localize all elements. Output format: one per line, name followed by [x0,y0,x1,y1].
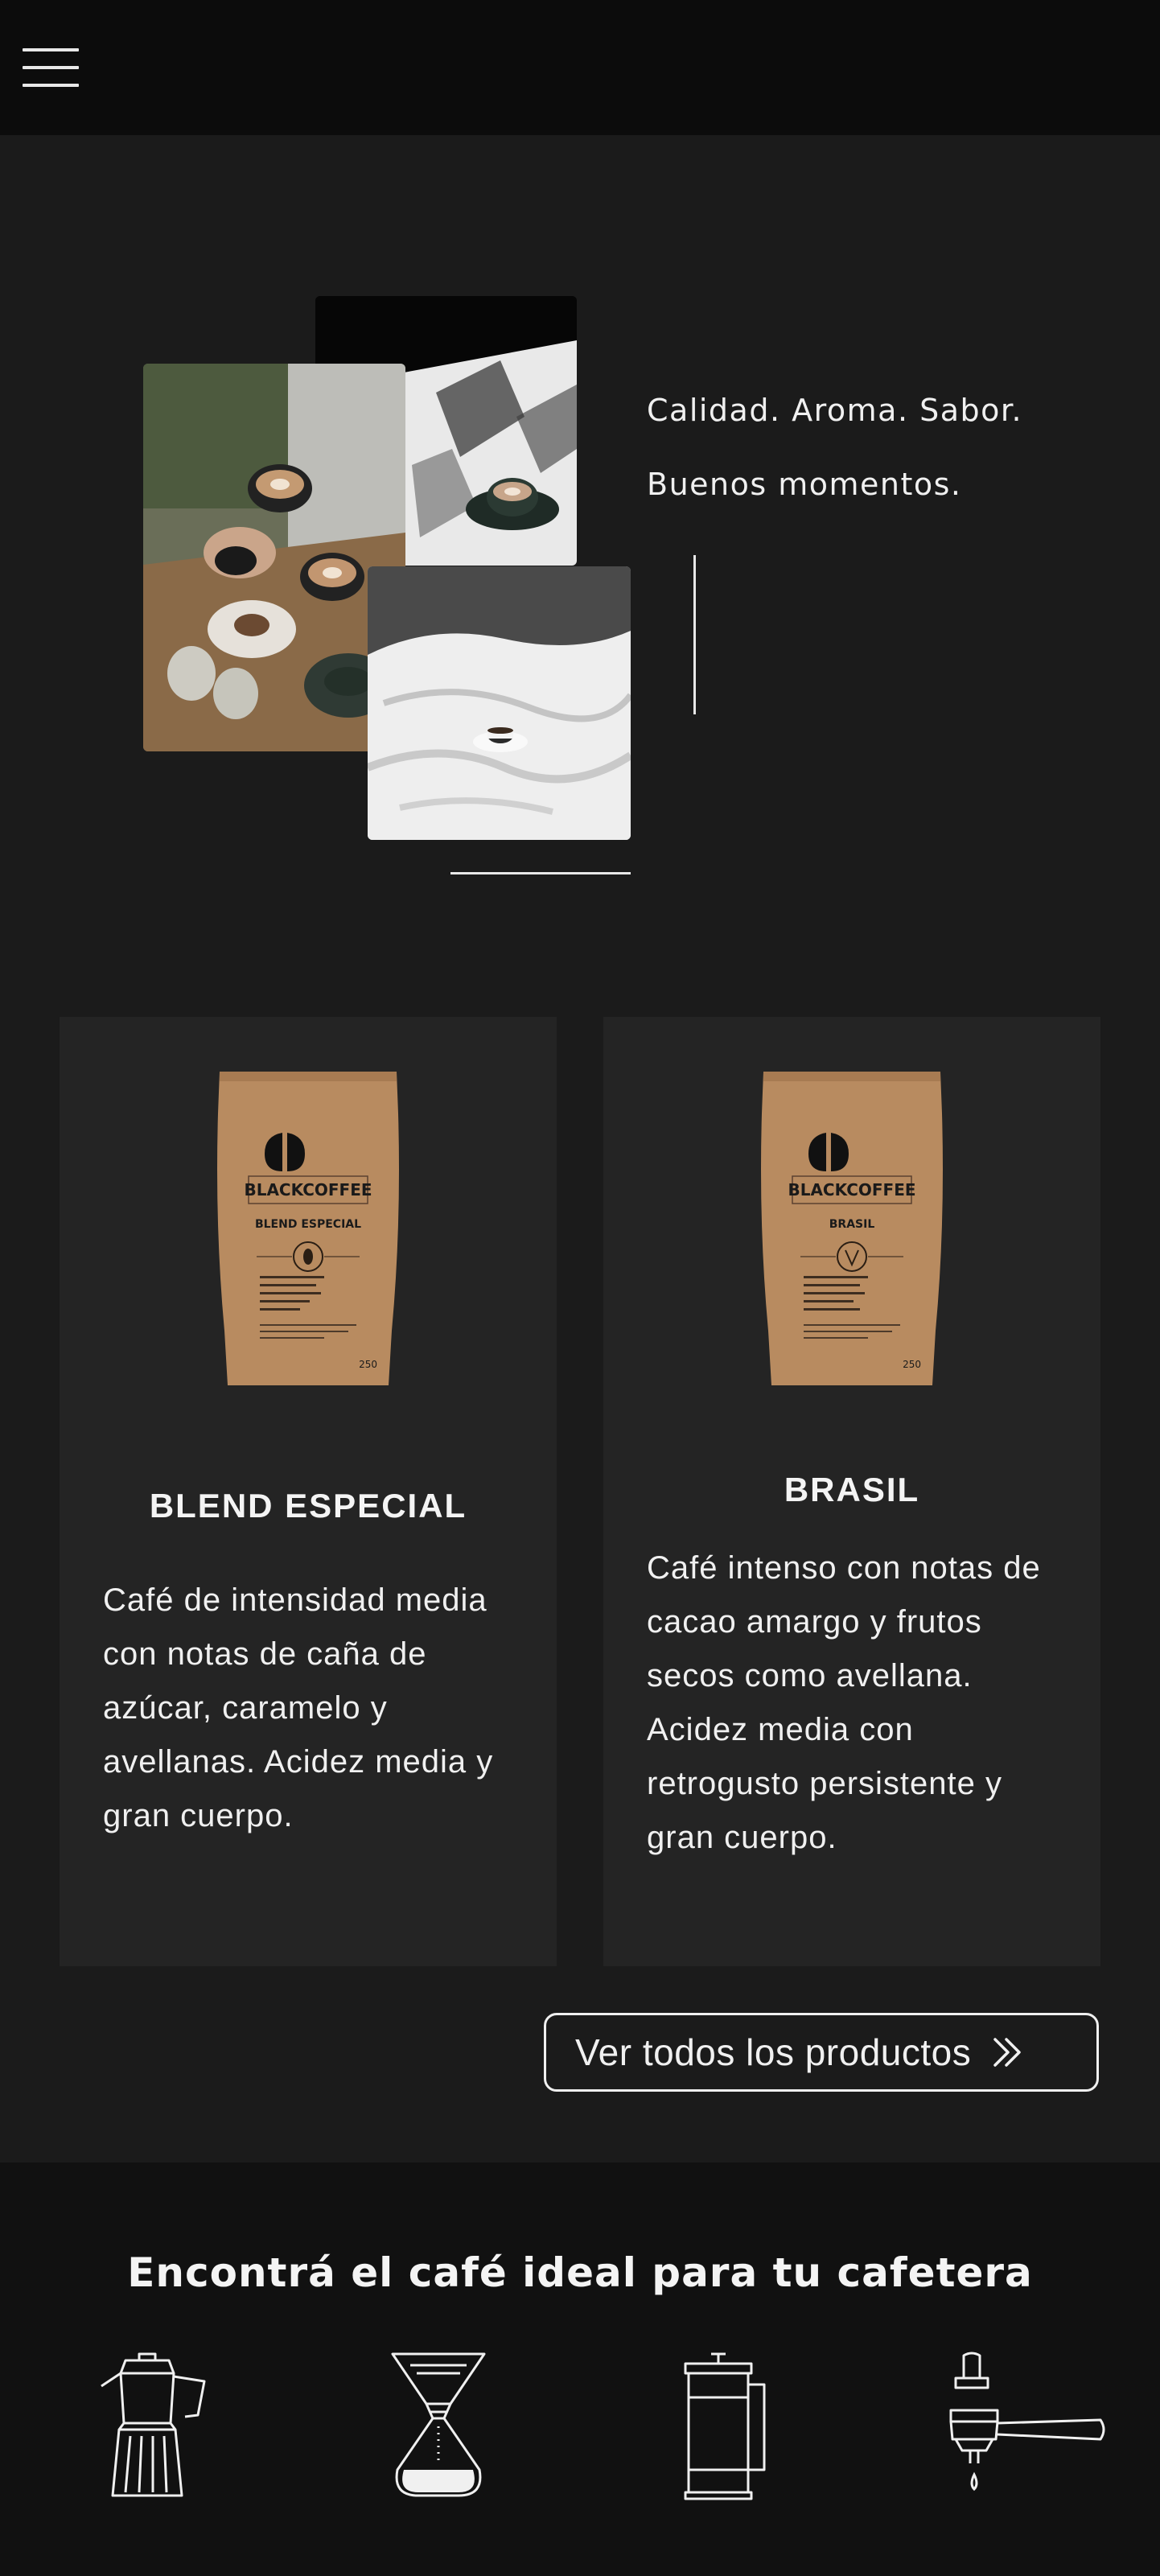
hero-image-coffee-in-bed [368,566,631,840]
moka-pot-icon[interactable] [95,2349,216,2500]
brewer-section-title: Encontrá el café ideal para tu cafetera [127,2249,1033,2296]
bag-label: BLEND ESPECIAL [255,1218,361,1231]
coffee-bag-image: BLACKCOFFEE BLEND ESPECIAL 250 [217,1072,399,1385]
chemex-icon[interactable] [386,2349,491,2500]
double-chevron-right-icon [993,2038,1021,2067]
coffee-bag-image: BLACKCOFFEE BRASIL 250 [761,1072,943,1385]
bag-weight: 250 [903,1359,921,1370]
hero-tagline-moments: Buenos momentos. [647,467,962,502]
bag-brand: BLACKCOFFEE [244,1180,372,1200]
bag-brand: BLACKCOFFEE [788,1180,915,1200]
decorative-horizontal-line [450,872,631,874]
hamburger-menu-icon[interactable] [23,48,79,88]
view-all-products-label: Ver todos los productos [575,2031,972,2073]
view-all-products-button[interactable]: Ver todos los productos [544,2013,1099,2092]
espresso-portafilter-icon[interactable] [944,2349,1109,2500]
hero-tagline-quality: Calidad. Aroma. Sabor. [647,393,1023,428]
bag-weight: 250 [359,1359,377,1370]
product-card-blend-especial[interactable]: BLACKCOFFEE BLEND ESPECIAL 250 BLEND ESP… [60,1017,557,1966]
hero-image-friends-coffee [143,364,405,751]
top-bar [0,0,1160,135]
product-card-brasil[interactable]: BLACKCOFFEE BRASIL 250 BRASIL Café inten… [603,1017,1100,1966]
product-description: Café de intensidad media con notas de ca… [103,1582,494,1833]
french-press-icon[interactable] [674,2349,771,2500]
product-title: BRASIL [784,1471,920,1508]
decorative-vertical-line [693,555,696,714]
product-title: BLEND ESPECIAL [149,1487,467,1525]
brewer-section: Encontrá el café ideal para tu cafetera [0,2162,1160,2576]
product-description: Café intenso con notas de cacao amargo y… [647,1550,1041,1855]
bag-label: BRASIL [829,1218,875,1231]
